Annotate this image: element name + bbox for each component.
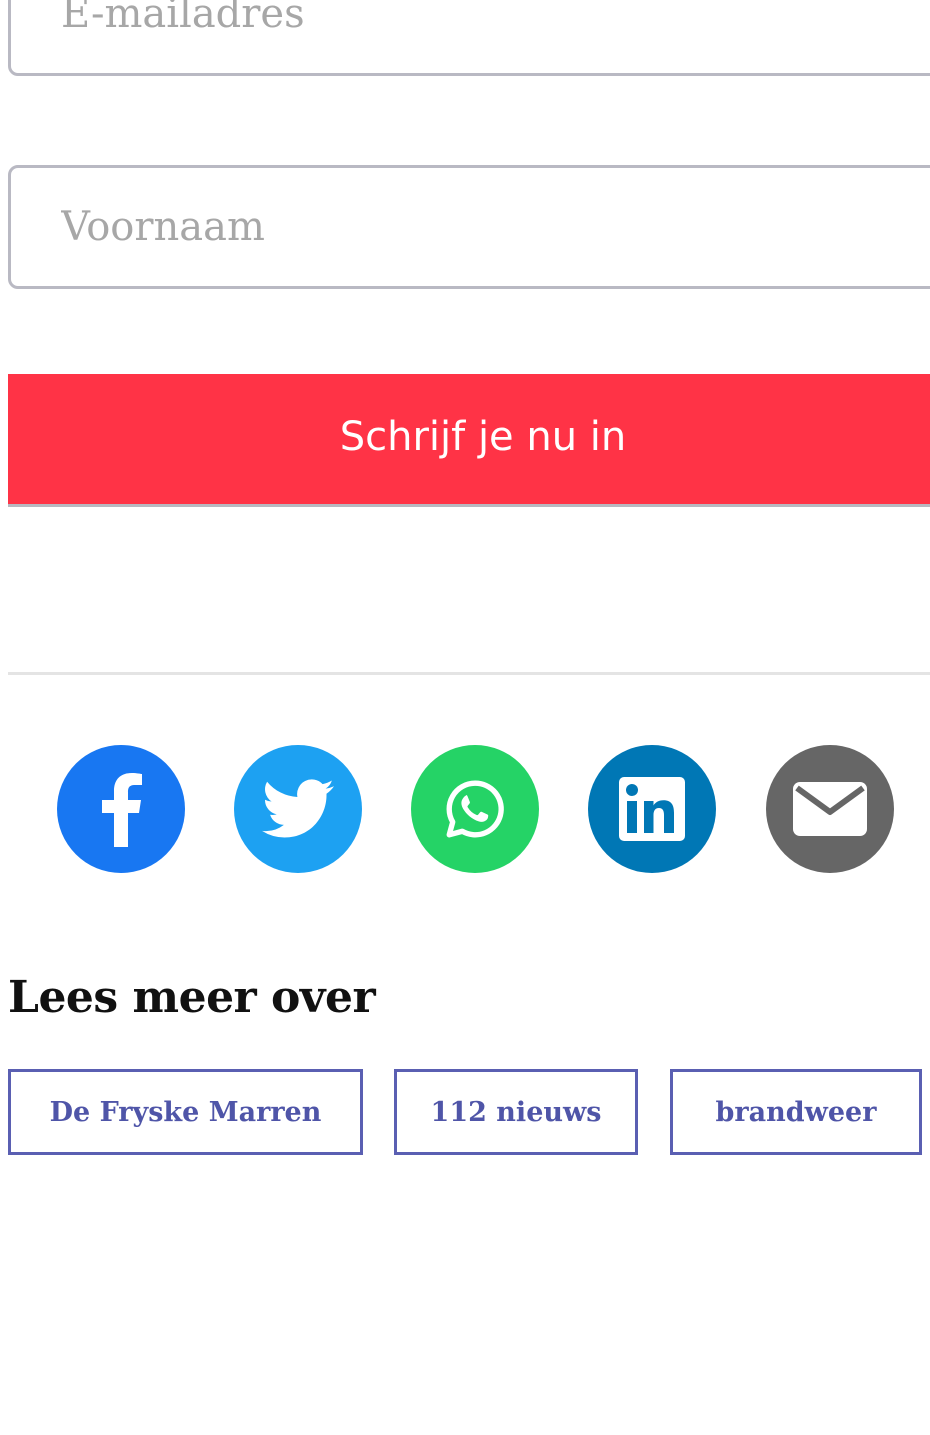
email-field[interactable] [8,0,930,76]
whatsapp-icon [446,780,504,838]
tag-112-nieuws[interactable]: 112 nieuws [394,1069,638,1155]
subscribe-button-label: Schrijf je nu in [339,414,627,460]
share-buttons [0,745,930,873]
mail-icon [793,782,867,836]
read-more-title: Lees meer over [8,972,376,1023]
divider [8,672,930,675]
share-facebook-button[interactable] [57,745,185,873]
subscribe-button[interactable]: Schrijf je nu in [8,374,930,504]
linkedin-icon [619,777,685,841]
facebook-icon [102,773,142,847]
firstname-field[interactable] [8,165,930,289]
share-whatsapp-button[interactable] [411,745,539,873]
tag-de-fryske-marren[interactable]: De Fryske Marren [8,1069,363,1155]
share-linkedin-button[interactable] [588,745,716,873]
twitter-icon [262,779,334,838]
tag-brandweer[interactable]: brandweer [670,1069,922,1155]
share-twitter-button[interactable] [234,745,362,873]
share-email-button[interactable] [766,745,894,873]
